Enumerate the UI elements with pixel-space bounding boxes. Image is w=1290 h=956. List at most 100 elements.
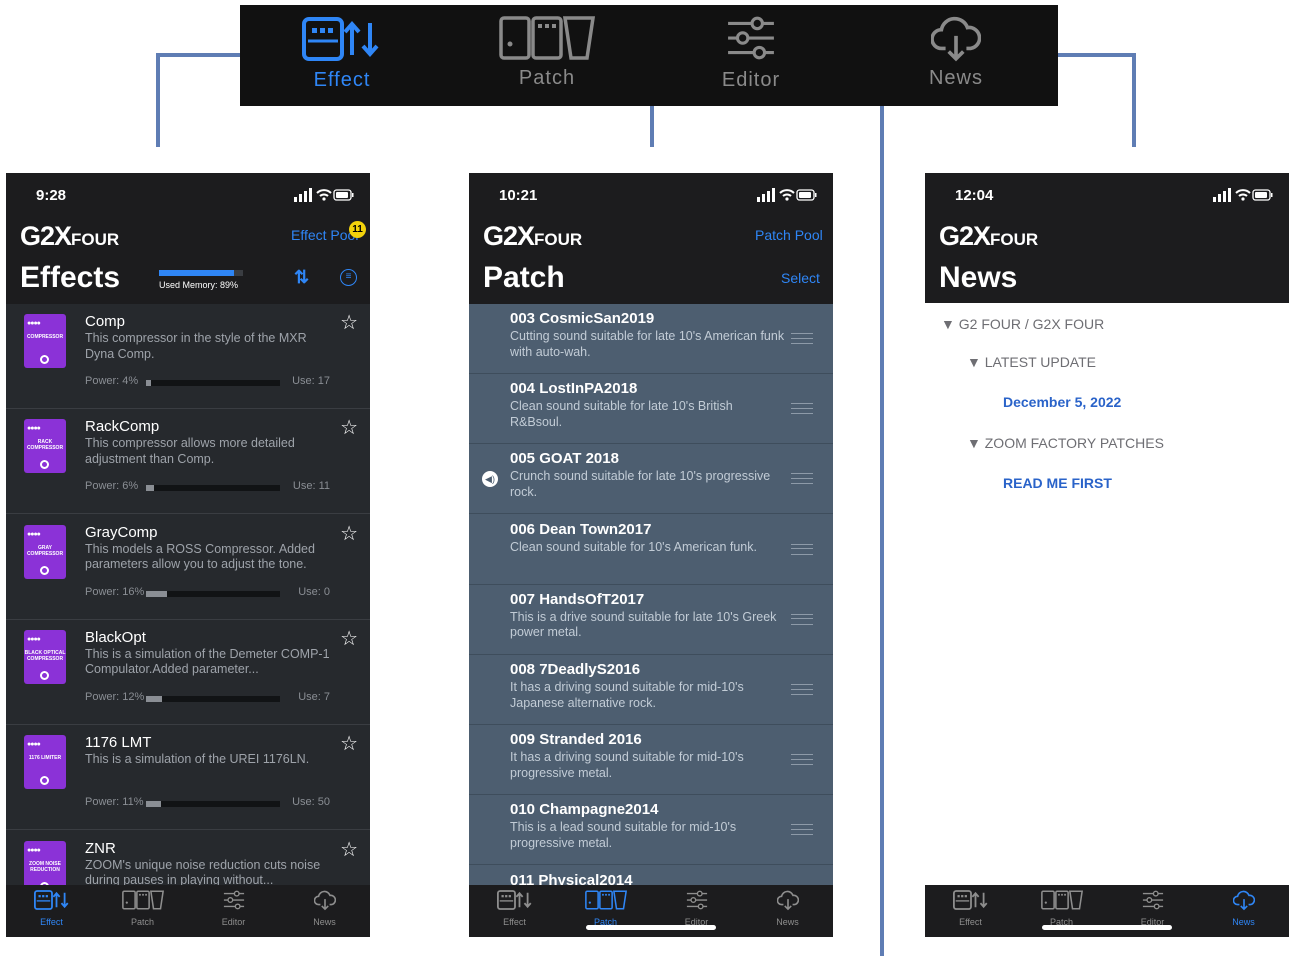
pedal-knobs: ●●●● [27,320,41,327]
pedal-icon: ●●●● GRAY COMPRESSOR [24,524,66,579]
tab-effect[interactable]: Effect [925,889,1016,927]
effect-description: This models a ROSS Compressor. Added par… [85,541,315,572]
power-bar-fill [146,801,161,808]
power-bar [146,590,280,597]
effect-description: This is a simulation of the Demeter COMP… [85,646,330,677]
top-tab-editor[interactable]: Editor [681,5,821,106]
tab-editor[interactable]: Editor [651,889,742,927]
patch-description: It has a driving sound suitable for mid-… [510,750,744,780]
bottom-tab-bar: Effect Patch Editor News [469,885,833,937]
patch-row[interactable]: 009 Stranded 2016 It has a driving sound … [469,725,833,796]
patch-name: 009 Stranded 2016 [510,731,642,749]
cloud-download-icon [314,889,336,911]
news-tree: ▼ G2 FOUR / G2X FOUR ▼ LATEST UPDATE Dec… [925,303,1289,885]
power-bar [146,695,280,702]
latest-update-link[interactable]: December 5, 2022 [1003,394,1121,410]
star-icon[interactable]: ☆ [340,521,358,546]
star-icon[interactable]: ☆ [340,731,358,756]
star-icon[interactable]: ☆ [340,626,358,651]
tab-news[interactable]: News [742,889,833,927]
effect-pool-badge: 11 [349,221,366,238]
effect-row[interactable]: ●●●● RACK COMPRESSOR RackComp This compress… [6,409,370,515]
tab-patch[interactable]: Patch [1016,889,1107,927]
status-bar: 9:28 [6,173,370,217]
patch-row[interactable]: 008 7DeadlyS2016 It has a driving sound s… [469,655,833,725]
home-indicator[interactable] [1042,925,1172,930]
app-logo: G2XFOUR [939,221,1038,252]
patch-row[interactable]: 010 Champagne2014 This is a lead sound su… [469,795,833,866]
power-label: Power: 12% [85,690,145,703]
sort-icon[interactable]: ⇅ [294,267,309,288]
pedal-footswitch [40,355,49,364]
tab-news[interactable]: News [279,889,370,927]
power-label: Power: 6% [85,480,139,493]
tab-effect[interactable]: Effect [469,889,560,927]
top-tab-effect[interactable]: Effect [272,5,412,106]
top-tab-patch[interactable]: Patch [477,5,617,106]
patch-row[interactable]: 003 CosmicSan2019 Cutting sound suitable … [469,304,833,374]
effect-row[interactable]: ●●●● COMPRESSOR Comp This compressor in the… [6,304,370,409]
pedal-icon: ●●●● 1176 LIMITER [24,735,66,790]
star-icon[interactable]: ☆ [340,837,358,862]
pedal-knobs: ●●●● [27,425,41,433]
speaker-icon[interactable]: ◀) [482,471,498,488]
pedal-label: ZOOM NOISE REDUCTION [29,860,61,873]
tab-label: Effect [40,917,63,927]
tree-latest-update[interactable]: ▼ LATEST UPDATE [967,354,1096,370]
effect-row[interactable]: ●●●● BLACK OPTICAL COMPRESSOR BlackOpt This… [6,619,370,725]
patch-row[interactable]: 007 HandsOfT2017 This is a drive sound su… [469,584,833,655]
effect-name: ZNR [85,839,116,857]
tab-editor[interactable]: Editor [1107,889,1198,927]
patch-row[interactable]: 004 LostInPA2018 Clean sound suitable for… [469,374,833,445]
tab-effect[interactable]: Effect [6,889,97,927]
star-icon[interactable]: ☆ [340,415,358,440]
effects-screen: 9:28 G2XFOUR Effect Pool 11 Effects Used… [6,173,370,937]
tab-news[interactable]: News [1198,889,1289,927]
patch-row[interactable]: 006 Dean Town2017 Clean sound suitable fo… [469,514,833,585]
power-label: Power: 11% [85,796,144,809]
pedal-label: GRAY COMPRESSOR [26,544,64,557]
enlarged-tab-bar: Effect Patch Editor News [240,5,1058,106]
drag-handle-icon[interactable] [791,333,813,344]
effect-icon [34,889,70,911]
effect-row[interactable]: ●●●● ZOOM NOISE REDUCTION ZNR ZOOM's unique… [6,830,370,885]
effect-row[interactable]: ●●●● 1176 LIMITER 1176 LMT This is a simula… [6,725,370,831]
read-me-first-link[interactable]: READ ME FIRST [1003,475,1112,491]
select-button[interactable]: Select [781,270,820,286]
patch-name: 011 Physical2014 [510,871,633,885]
drag-handle-icon[interactable] [791,613,813,625]
drag-handle-icon[interactable] [791,754,813,766]
app-logo: G2XFOUR [20,221,119,252]
drag-handle-icon[interactable] [791,824,813,836]
memory-bar [159,270,243,276]
top-tab-news[interactable]: News [886,5,1026,106]
patch-description: This is a lead sound suitable for mid-10… [510,820,737,850]
tab-editor[interactable]: Editor [188,889,279,927]
power-label: Power: 16% [85,585,145,598]
patch-description: Clean sound suitable for late 10's Briti… [510,399,733,429]
drag-handle-icon[interactable] [791,473,813,485]
pedal-icon: ●●●● RACK COMPRESSOR [24,419,66,474]
top-tab-label: Effect [313,69,371,91]
tab-patch[interactable]: Patch [560,889,651,927]
pedal-icon: ●●●● BLACK OPTICAL COMPRESSOR [24,629,66,684]
patch-row[interactable]: ◀) 005 GOAT 2018 Crunch sound suitable for… [469,444,833,515]
effect-row[interactable]: ●●●● GRAY COMPRESSOR GrayComp This models a… [6,514,370,620]
effect-name: Comp [85,313,126,330]
drag-handle-icon[interactable] [791,403,813,415]
top-tab-label: Patch [518,67,576,89]
filter-icon[interactable]: ≡ [340,269,357,286]
patch-pool-link[interactable]: Patch Pool [755,227,823,243]
star-icon[interactable]: ☆ [340,310,358,335]
patch-row[interactable]: 011 Physical2014 [469,865,833,885]
drag-handle-icon[interactable] [791,684,813,695]
tab-patch[interactable]: Patch [97,889,188,927]
status-icons [1213,188,1273,202]
cloud-download-icon [931,13,981,63]
power-bar-fill [146,380,152,386]
home-indicator[interactable] [586,925,716,930]
tree-factory-patches[interactable]: ▼ ZOOM FACTORY PATCHES [967,435,1164,451]
tree-root[interactable]: ▼ G2 FOUR / G2X FOUR [941,316,1104,332]
tree-latest-label: LATEST UPDATE [984,354,1096,370]
drag-handle-icon[interactable] [791,543,813,555]
